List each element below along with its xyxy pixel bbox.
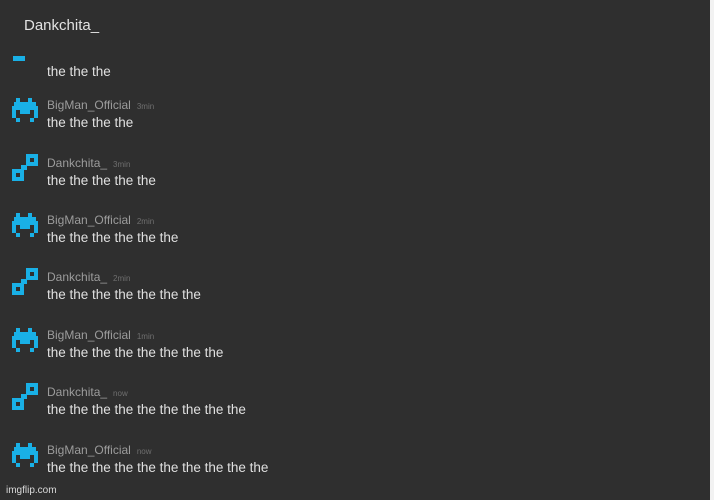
message-time: 1min — [136, 332, 155, 341]
message-text: the the the the the the the the the the — [47, 460, 269, 475]
message-time: 2min — [136, 217, 155, 226]
pixel-link-icon — [12, 383, 38, 410]
message-time: 2min — [113, 274, 131, 283]
message-text: the the the the the the the the — [47, 345, 224, 360]
message-item: Dankchita_ 3min the the the the the — [0, 154, 700, 204]
chat-panel: Dankchita_ the the the BigMan_Official 3m… — [0, 0, 710, 500]
message-text: the the the the the the — [47, 230, 179, 245]
message-author[interactable]: BigMan_Official — [47, 98, 131, 112]
message-item: Dankchita_ 2min the the the the the the t… — [0, 268, 700, 318]
message-time: 3min — [136, 102, 155, 111]
message-text: the the the — [47, 64, 111, 79]
message-time: 3min — [113, 160, 131, 169]
message-text: the the the the the the the the the — [47, 402, 246, 417]
message-item: BigMan_Official 1min the the the the the … — [0, 326, 700, 376]
message-author[interactable]: Dankchita_ — [47, 385, 107, 399]
space-invader-icon — [12, 328, 38, 352]
right-edge-divider — [710, 0, 714, 500]
message-author[interactable]: BigMan_Official — [47, 443, 131, 457]
pixel-link-icon — [12, 268, 38, 295]
message-text: the the the the the — [47, 173, 156, 188]
message-item: Dankchita_ now the the the the the the th… — [0, 383, 700, 433]
dash-icon — [13, 56, 25, 61]
message-text: the the the the — [47, 115, 134, 130]
pixel-link-icon — [12, 154, 38, 181]
message-text: the the the the the the the — [47, 287, 201, 302]
message-author[interactable]: BigMan_Official — [47, 328, 131, 342]
message-item: BigMan_Official now the the the the the t… — [0, 441, 700, 491]
message-author[interactable]: Dankchita_ — [47, 270, 107, 284]
message-item: BigMan_Official 3min the the the the — [0, 96, 700, 146]
channel-title: Dankchita_ — [24, 17, 100, 34]
message-author[interactable]: BigMan_Official — [47, 213, 131, 227]
space-invader-icon — [12, 98, 38, 122]
message-item: BigMan_Official 2min the the the the the … — [0, 211, 700, 261]
message-time: now — [113, 389, 128, 398]
space-invader-icon — [12, 443, 38, 467]
space-invader-icon — [12, 213, 38, 237]
message-author[interactable]: Dankchita_ — [47, 156, 107, 170]
message-time: now — [136, 447, 152, 456]
watermark: imgflip.com — [6, 485, 57, 496]
